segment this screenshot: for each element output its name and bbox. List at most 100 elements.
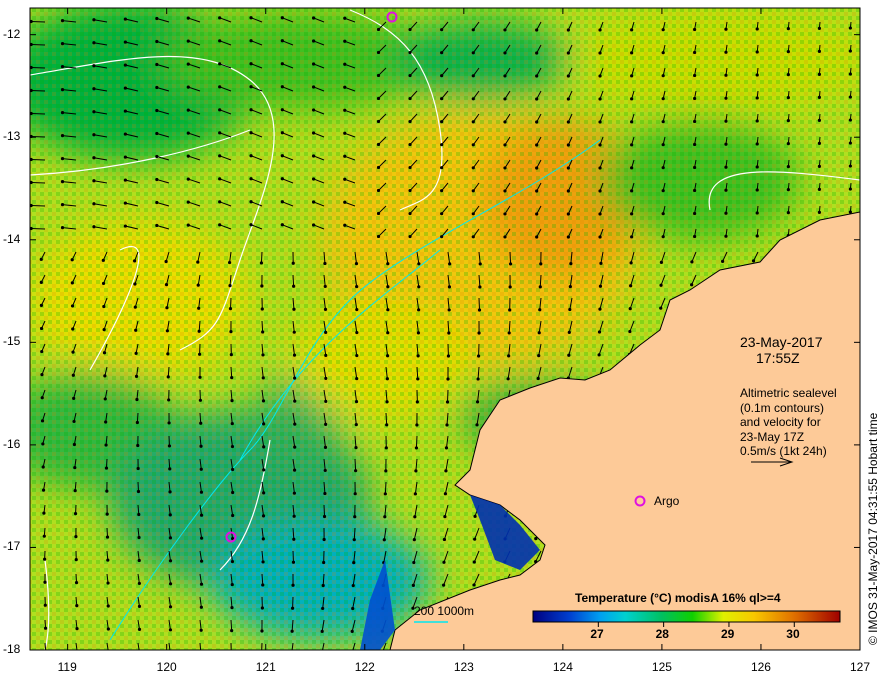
velocity-arrow-head	[167, 444, 172, 448]
velocity-arrow-head	[311, 108, 316, 112]
colorbar	[532, 610, 841, 623]
velocity-arrow-head	[503, 120, 507, 124]
depth-legend-label: 200 1000m	[414, 604, 475, 618]
lon-tick-label: 120	[156, 660, 177, 674]
velocity-arrow-head	[186, 223, 190, 227]
velocity-arrow-head	[280, 62, 284, 66]
velocity-arrow-head	[535, 97, 539, 101]
velocity-arrow-head	[293, 422, 297, 426]
velocity-arrow-head	[472, 560, 476, 564]
velocity-arrow-head	[788, 651, 791, 654]
velocity-arrow-head	[503, 212, 507, 216]
velocity-arrow-head	[598, 120, 602, 124]
velocity-arrow-head	[106, 581, 110, 585]
velocity-arrow-head	[262, 445, 266, 449]
velocity-arrow-head	[231, 513, 235, 518]
velocity-arrow-head	[755, 165, 759, 169]
velocity-arrow-head	[73, 465, 77, 470]
velocity-arrow-head	[383, 515, 387, 519]
velocity-arrow-head	[724, 119, 728, 123]
velocity-arrow-head	[137, 604, 142, 609]
velocity-arrow-head	[106, 627, 110, 631]
velocity-arrow-head	[72, 396, 76, 400]
velocity-arrow-head	[199, 467, 203, 471]
velocity-arrow-head	[412, 538, 416, 542]
velocity-arrow-head	[386, 285, 390, 289]
velocity-arrow-head	[408, 234, 412, 239]
velocity-arrow-head	[471, 120, 475, 124]
velocity-arrow-head	[630, 166, 634, 170]
velocity-arrow-head	[136, 489, 141, 494]
velocity-arrow-head	[323, 491, 327, 496]
velocity-arrow	[478, 297, 481, 311]
argo-label: Argo	[654, 494, 680, 508]
velocity-arrow-head	[412, 560, 416, 565]
velocity-arrow-head	[101, 258, 105, 262]
velocity-arrow-head	[229, 330, 233, 334]
velocity-arrow-head	[724, 27, 728, 31]
velocity-arrow-head	[291, 583, 295, 587]
velocity-arrow-head	[693, 188, 697, 193]
velocity-arrow-head	[138, 651, 141, 654]
velocity-arrow-head	[343, 154, 347, 158]
velocity-arrow-head	[230, 606, 234, 610]
velocity-arrow-head	[440, 97, 444, 101]
velocity-arrow-head	[324, 422, 328, 426]
velocity-arrow-head	[197, 329, 201, 333]
velocity-arrow-head	[280, 39, 284, 43]
velocity-arrow-head	[817, 118, 821, 122]
lon-tick-label: 127	[850, 660, 871, 674]
velocity-arrow-head	[477, 308, 482, 312]
velocity-arrow-head	[42, 534, 46, 538]
velocity-arrow-head	[661, 28, 665, 32]
velocity-arrow-head	[230, 376, 234, 380]
velocity-arrow-head	[218, 177, 222, 181]
velocity-arrow-head	[311, 62, 316, 66]
velocity-arrow-head	[290, 629, 294, 633]
velocity-arrow-head	[60, 203, 65, 207]
velocity-arrow-head	[755, 142, 759, 146]
velocity-arrow-head	[817, 95, 821, 99]
velocity-arrow-head	[40, 396, 44, 400]
velocity-arrow-head	[444, 446, 449, 450]
velocity-arrow-head	[473, 537, 477, 541]
velocity-arrow-head	[724, 234, 728, 238]
velocity-arrow-head	[259, 261, 264, 265]
velocity-arrow-head	[598, 307, 602, 311]
velocity-arrow-head	[376, 50, 381, 55]
velocity-arrow-head	[261, 353, 265, 357]
velocity-arrow-head	[40, 349, 44, 354]
velocity-arrow-head	[566, 166, 570, 170]
velocity-arrow-head	[324, 353, 328, 357]
velocity-arrow-head	[786, 96, 790, 100]
velocity-arrow-head	[228, 284, 232, 288]
velocity-arrow-head	[384, 469, 388, 473]
velocity-arrow-head	[724, 165, 728, 169]
velocity-arrow-head	[630, 74, 634, 78]
velocity-arrow-head	[155, 39, 159, 44]
velocity-arrow-head	[42, 511, 46, 515]
velocity-arrow-head	[167, 398, 171, 402]
velocity-arrow-head	[724, 50, 728, 54]
velocity-arrow-head	[724, 96, 728, 100]
velocity-arrow-head	[693, 73, 697, 78]
velocity-arrow-head	[538, 308, 542, 312]
velocity-arrow-head	[71, 327, 75, 331]
velocity-arrow-head	[693, 50, 697, 55]
lat-tick-label: -16	[3, 436, 21, 451]
velocity-arrow-head	[724, 211, 728, 215]
velocity-arrow-head	[598, 189, 602, 193]
velocity-arrow-head	[416, 331, 421, 335]
velocity-arrow-head	[102, 304, 106, 309]
velocity-arrow-head	[786, 211, 790, 215]
velocity-arrow-head	[693, 234, 697, 239]
velocity-arrow-head	[534, 652, 537, 655]
velocity-arrow-head	[261, 514, 266, 518]
velocity-arrow-head	[385, 354, 390, 358]
velocity-arrow-head	[503, 51, 507, 55]
velocity-arrow-head	[166, 352, 170, 356]
velocity-arrow-head	[168, 605, 173, 609]
velocity-arrow-head	[293, 376, 297, 380]
velocity-arrow-head	[385, 400, 389, 404]
velocity-arrow-head	[199, 559, 204, 563]
